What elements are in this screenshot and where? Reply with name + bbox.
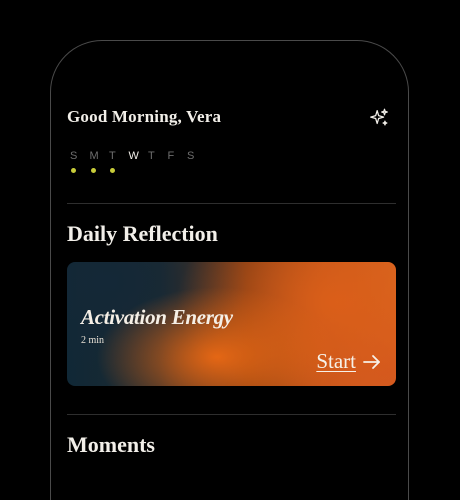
- week-day-letter: S: [70, 150, 78, 162]
- completion-dot: [188, 168, 193, 173]
- completion-dot: [169, 168, 174, 173]
- reflection-card-title: Activation Energy: [81, 305, 233, 329]
- completion-dot: [130, 168, 135, 173]
- sparkle-icon[interactable]: [368, 107, 390, 129]
- week-day[interactable]: M: [90, 149, 110, 173]
- week-day-letter: F: [167, 150, 175, 162]
- week-day-letter: M: [89, 150, 100, 162]
- week-day-letter: T: [109, 150, 117, 162]
- completion-dot: [110, 168, 115, 173]
- phone-frame: Good Morning, Vera SMTWTFS Daily Reflect…: [50, 40, 409, 500]
- arrow-right-icon[interactable]: [362, 354, 382, 370]
- week-day[interactable]: T: [109, 149, 129, 173]
- week-day-letter: S: [187, 150, 195, 162]
- completion-dot: [71, 168, 76, 173]
- week-day[interactable]: S: [70, 149, 90, 173]
- moments-heading: Moments: [67, 432, 155, 457]
- start-label[interactable]: Start: [316, 349, 356, 374]
- week-day[interactable]: F: [168, 149, 188, 173]
- completion-dot: [149, 168, 154, 173]
- week-day[interactable]: T: [148, 149, 168, 173]
- completion-dot: [90, 168, 96, 173]
- week-day-letter: T: [148, 150, 156, 162]
- week-day[interactable]: W: [129, 149, 149, 173]
- reflection-card-duration: 2 min: [81, 335, 105, 346]
- start-button[interactable]: Start: [316, 349, 382, 374]
- greeting-title: Good Morning, Vera: [67, 107, 222, 126]
- daily-reflection-heading: Daily Reflection: [67, 221, 218, 246]
- week-day[interactable]: S: [187, 149, 207, 173]
- week-day-letter: W: [128, 150, 140, 162]
- divider: [67, 203, 396, 204]
- week-tracker: SMTWTFS: [70, 149, 207, 173]
- reflection-card[interactable]: Activation Energy 2 min Start: [67, 262, 396, 386]
- divider: [67, 414, 396, 415]
